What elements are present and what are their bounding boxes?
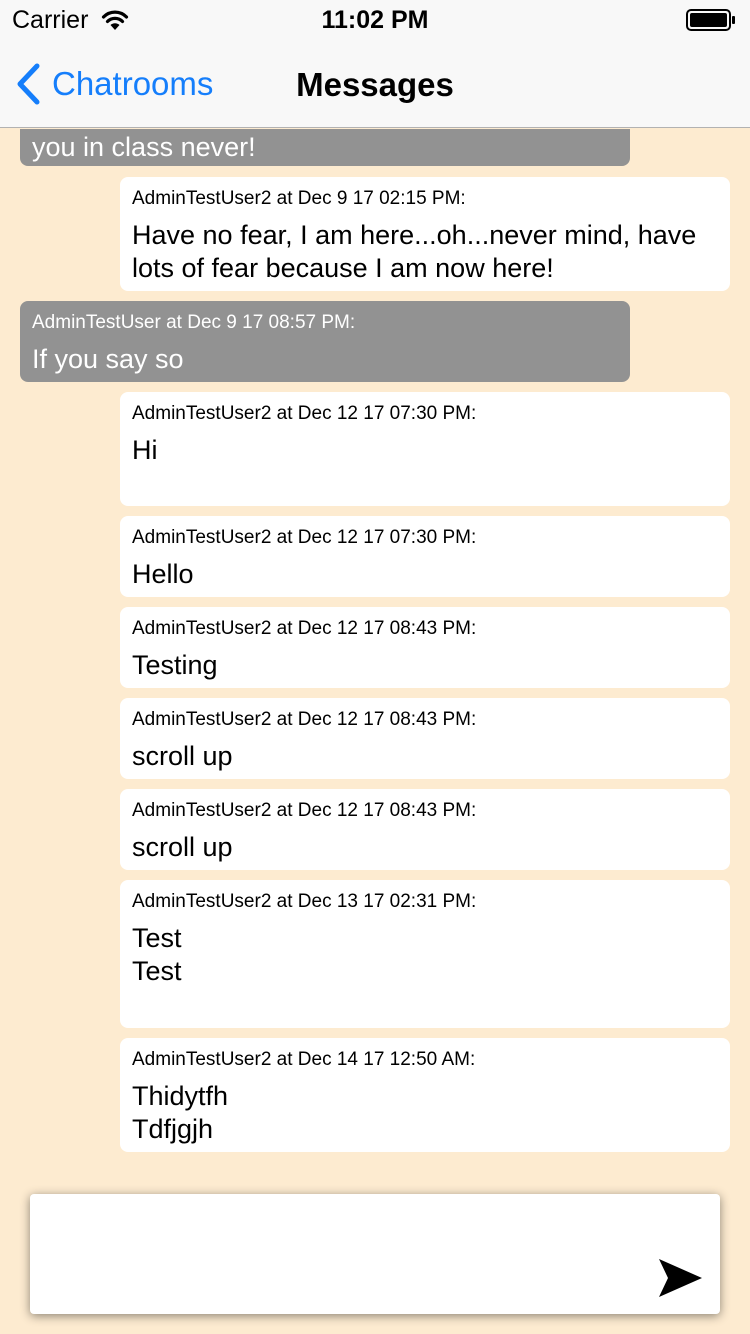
message-text: Hello (132, 559, 194, 589)
message-bubble: AdminTestUser2 at Dec 12 17 07:30 PM: He… (120, 516, 730, 597)
navigation-bar: Chatrooms Messages (0, 40, 750, 128)
message-bubble: AdminTestUser2 at Dec 14 17 12:50 AM: Th… (120, 1038, 730, 1152)
message-bubble: you in class never! (20, 129, 630, 166)
message-text: If you say so (32, 344, 184, 374)
message-meta: AdminTestUser2 at Dec 12 17 07:30 PM: (132, 403, 477, 424)
message-text: Hi (132, 435, 158, 465)
message-meta: AdminTestUser2 at Dec 12 17 08:43 PM: (132, 709, 477, 730)
message-meta: AdminTestUser2 at Dec 13 17 02:31 PM: (132, 891, 477, 912)
message-bubble: AdminTestUser at Dec 9 17 08:57 PM: If y… (20, 301, 630, 382)
message-meta: AdminTestUser2 at Dec 12 17 08:43 PM: (132, 800, 477, 821)
status-bar: Carrier 11:02 PM (0, 0, 750, 40)
message-bubble: AdminTestUser2 at Dec 12 17 08:43 PM: sc… (120, 789, 730, 870)
status-time: 11:02 PM (321, 6, 429, 34)
message-text: Test Test (132, 923, 182, 986)
message-meta: AdminTestUser2 at Dec 12 17 08:43 PM: (132, 618, 477, 639)
message-text: scroll up (132, 741, 233, 771)
message-composer (30, 1194, 720, 1314)
message-meta: AdminTestUser2 at Dec 9 17 02:15 PM: (132, 188, 466, 209)
page-title: Messages (296, 66, 454, 103)
message-text: Have no fear, I am here...oh...never min… (132, 220, 697, 283)
message-meta: AdminTestUser2 at Dec 12 17 07:30 PM: (132, 527, 477, 548)
message-text: you in class never! (32, 132, 256, 162)
app-screen: Carrier 11:02 PM Chatrooms Messages you … (0, 0, 750, 1334)
message-list[interactable]: you in class never! AdminTestUser2 at De… (0, 129, 750, 1175)
message-meta: AdminTestUser2 at Dec 14 17 12:50 AM: (132, 1049, 476, 1070)
message-bubble: AdminTestUser2 at Dec 12 17 08:43 PM: sc… (120, 698, 730, 779)
message-bubble: AdminTestUser2 at Dec 9 17 02:15 PM: Hav… (120, 177, 730, 291)
message-meta: AdminTestUser at Dec 9 17 08:57 PM: (32, 312, 356, 333)
message-text: Thidytfh Tdfjgjh (132, 1081, 229, 1144)
message-text: scroll up (132, 832, 233, 862)
send-icon[interactable] (656, 1256, 704, 1300)
message-bubble: AdminTestUser2 at Dec 12 17 08:43 PM: Te… (120, 607, 730, 688)
message-text: Testing (132, 650, 218, 680)
message-input[interactable] (30, 1194, 650, 1314)
battery-icon (686, 9, 735, 31)
message-bubble: AdminTestUser2 at Dec 12 17 07:30 PM: Hi (120, 392, 730, 506)
message-bubble: AdminTestUser2 at Dec 13 17 02:31 PM: Te… (120, 880, 730, 1028)
